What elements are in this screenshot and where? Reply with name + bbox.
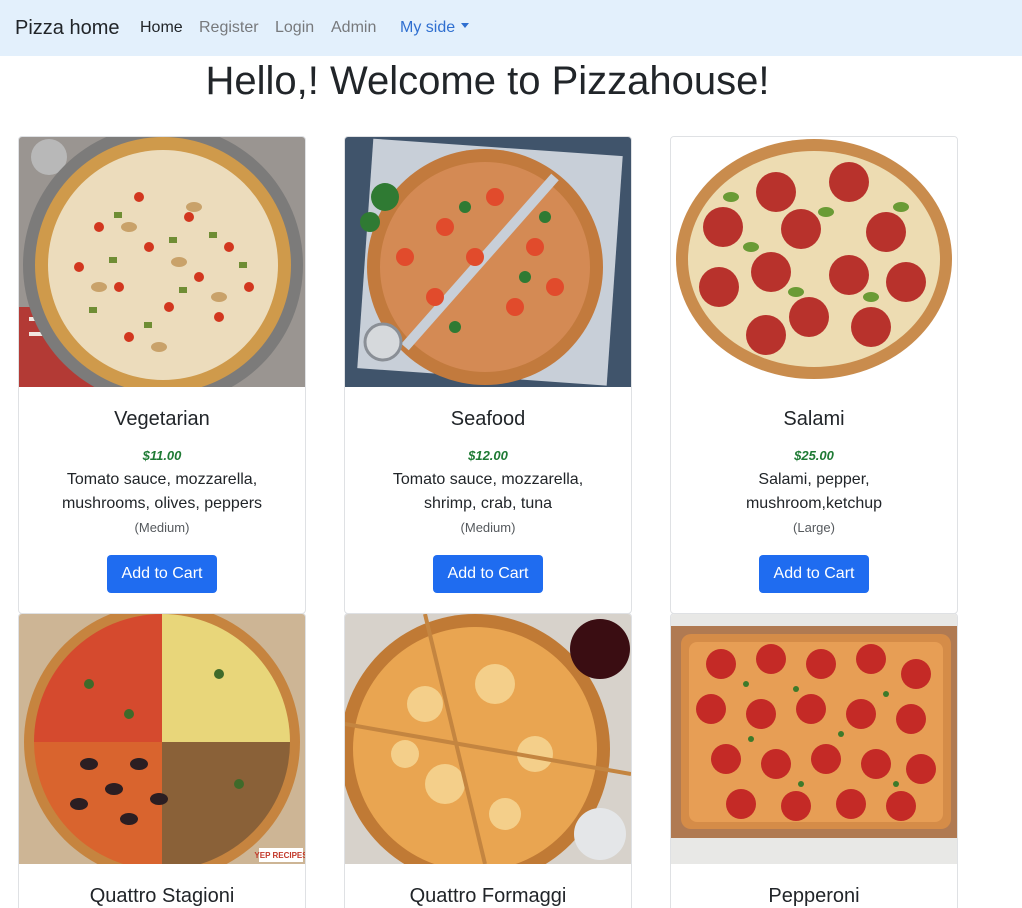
pizza-card: Quattro Formaggi bbox=[344, 613, 632, 908]
pizza-card: YEP RECIPES Quattro Stagioni bbox=[18, 613, 306, 908]
navbar: Pizza home Home Register Login Admin My … bbox=[0, 0, 1022, 56]
nav-admin-link[interactable]: Admin bbox=[331, 18, 376, 38]
pizza-image bbox=[345, 614, 631, 864]
pizza-card: Seafood $12.00 Tomato sauce, mozzarella,… bbox=[344, 136, 632, 614]
pizza-description: Tomato sauce, mozzarella, mushrooms, oli… bbox=[61, 471, 263, 512]
my-side-label: My side bbox=[400, 19, 456, 36]
pizza-name: Pepperoni bbox=[768, 885, 860, 907]
pizza-price: $11.00 bbox=[142, 448, 182, 463]
pizza-card: Vegetarian $11.00 Tomato sauce, mozzarel… bbox=[18, 136, 306, 614]
nav-home-link[interactable]: Home bbox=[140, 18, 183, 38]
pizza-size: (Large) bbox=[793, 520, 835, 535]
pizza-price: $12.00 bbox=[468, 448, 508, 463]
add-to-cart-button[interactable]: Add to Cart bbox=[107, 555, 217, 593]
pizza-image: YEP RECIPES bbox=[19, 614, 305, 864]
pizza-card: Pepperoni bbox=[670, 613, 958, 908]
pizza-price: $25.00 bbox=[794, 448, 834, 463]
page-title: Hello,! Welcome to Pizzahouse! bbox=[205, 59, 770, 103]
brand-link[interactable]: Pizza home bbox=[15, 15, 120, 41]
nav-login-link[interactable]: Login bbox=[275, 18, 314, 38]
pizza-description: Salami, pepper, mushroom,ketchup bbox=[745, 471, 883, 512]
pizza-image bbox=[671, 614, 957, 864]
pizza-name: Vegetarian bbox=[114, 408, 210, 430]
pizza-name: Seafood bbox=[450, 408, 526, 430]
nav-register-link[interactable]: Register bbox=[199, 18, 259, 38]
pizza-image bbox=[671, 137, 957, 387]
my-side-dropdown[interactable]: My side bbox=[400, 18, 470, 38]
pizza-size: (Medium) bbox=[134, 520, 190, 535]
pizza-card: Salami $25.00 Salami, pepper, mushroom,k… bbox=[670, 136, 958, 614]
watermark-text: YEP RECIPES bbox=[254, 851, 305, 860]
pizza-description: Tomato sauce, mozzarella, shrimp, crab, … bbox=[392, 471, 584, 512]
add-to-cart-button[interactable]: Add to Cart bbox=[759, 555, 869, 593]
pizza-name: Salami bbox=[783, 408, 845, 430]
pizza-size: (Medium) bbox=[460, 520, 516, 535]
caret-down-icon bbox=[461, 23, 470, 29]
pizza-image bbox=[345, 137, 631, 387]
pizza-name: Quattro Stagioni bbox=[89, 885, 235, 907]
pizza-name: Quattro Formaggi bbox=[409, 885, 567, 907]
pizza-image bbox=[19, 137, 305, 387]
add-to-cart-button[interactable]: Add to Cart bbox=[433, 555, 543, 593]
